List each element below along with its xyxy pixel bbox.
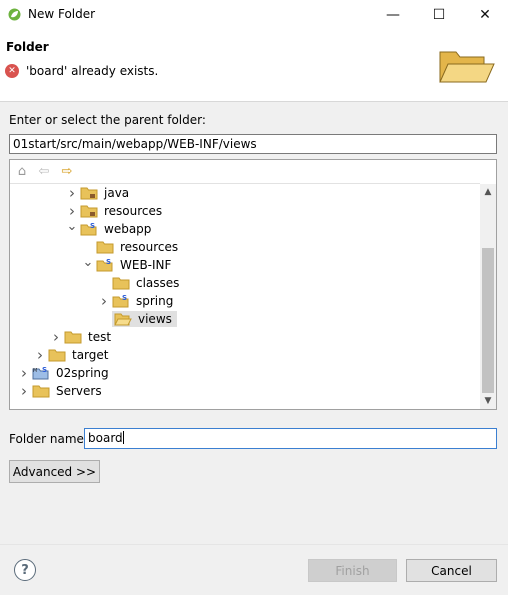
- tree-item-label: resources: [120, 240, 179, 254]
- window-title: New Folder: [28, 7, 96, 21]
- back-arrow-icon[interactable]: ⇦: [37, 165, 51, 179]
- error-x-icon: ✕: [5, 64, 19, 78]
- spring-folder-icon: S: [96, 258, 114, 272]
- tree-item[interactable]: › M S 02spring: [16, 364, 112, 382]
- tree-item-label: Servers: [56, 384, 102, 398]
- maven-spring-project-icon: MS: [32, 366, 50, 380]
- tree-item-label: target: [72, 348, 109, 362]
- tree-item-label: resources: [104, 204, 163, 218]
- folder-name-label: Folder name:: [9, 432, 88, 446]
- close-button[interactable]: ✕: [462, 0, 508, 30]
- chevron-right-icon[interactable]: ›: [64, 184, 80, 202]
- tree-item[interactable]: ›classes: [96, 274, 182, 292]
- tree-item-label: test: [88, 330, 112, 344]
- maximize-icon: ☐: [432, 7, 446, 23]
- spring-leaf-icon: [8, 8, 21, 21]
- parent-folder-label: Enter or select the parent folder:: [9, 113, 206, 127]
- spring-folder-icon: S: [112, 294, 130, 308]
- chevron-down-icon[interactable]: ⌄: [64, 219, 80, 234]
- tree-item-label: spring: [136, 294, 174, 308]
- header-title: Folder: [6, 40, 49, 54]
- scroll-down-icon[interactable]: ▼: [480, 393, 496, 409]
- tree-item[interactable]: › Servers: [16, 382, 105, 400]
- text-caret: [122, 431, 124, 444]
- tree-item[interactable]: ›views: [96, 310, 177, 328]
- finish-button[interactable]: Finish: [308, 559, 397, 582]
- chevron-right-icon[interactable]: ›: [16, 364, 32, 382]
- folder-icon: [32, 384, 50, 398]
- maximize-button[interactable]: ☐: [416, 0, 462, 30]
- folder-name-input[interactable]: board: [84, 428, 497, 449]
- tree-item-label: WEB-INF: [120, 258, 172, 272]
- tree-item[interactable]: ›resources: [80, 238, 181, 256]
- tree-item-label: 02spring: [56, 366, 109, 380]
- svg-text:S: S: [42, 366, 47, 374]
- close-icon: ✕: [479, 7, 491, 23]
- minimize-icon: —: [386, 7, 400, 23]
- folder-package-icon: [80, 186, 98, 200]
- chevron-right-icon[interactable]: ›: [16, 382, 32, 400]
- footer-separator: [0, 544, 508, 545]
- svg-text:M: M: [33, 368, 37, 374]
- folder-icon: [48, 348, 66, 362]
- svg-text:S: S: [122, 294, 127, 302]
- spring-folder-icon: S: [80, 222, 98, 236]
- tree-item-label: java: [104, 186, 130, 200]
- error-message: 'board' already exists.: [26, 64, 159, 78]
- tree-toolbar: ⌂ ⇦ ⇨: [10, 160, 480, 184]
- svg-text:S: S: [90, 222, 95, 230]
- tree-item[interactable]: › test: [48, 328, 114, 346]
- chevron-right-icon[interactable]: ›: [32, 346, 48, 364]
- chevron-right-icon[interactable]: ›: [96, 292, 112, 310]
- tree-item-label: views: [138, 312, 172, 326]
- chevron-down-icon[interactable]: ⌄: [80, 255, 96, 270]
- tree-item[interactable]: ⌄ Swebapp: [64, 219, 154, 238]
- forward-arrow-icon[interactable]: ⇨: [60, 165, 74, 179]
- home-icon[interactable]: ⌂: [15, 165, 29, 179]
- tree-item-label: classes: [136, 276, 180, 290]
- dialog-header: Folder ✕ 'board' already exists.: [0, 30, 508, 102]
- folder-package-icon: [80, 204, 98, 218]
- folder-tree[interactable]: ⌂ ⇦ ⇨ ›java›resources⌄Swebapp›resources⌄…: [9, 159, 497, 410]
- open-folder-icon: [114, 312, 132, 326]
- folder-icon: [112, 276, 130, 290]
- open-folder-icon: [439, 51, 495, 83]
- tree-item[interactable]: ⌄ S WEB-INF: [80, 255, 174, 274]
- scroll-thumb[interactable]: [482, 248, 494, 393]
- folder-icon: [96, 240, 114, 254]
- tree-scrollbar[interactable]: ▲ ▼: [480, 184, 496, 409]
- folder-icon: [64, 330, 82, 344]
- tree-item[interactable]: › target: [32, 346, 112, 364]
- tree-item[interactable]: › resources: [64, 202, 165, 220]
- minimize-button[interactable]: —: [370, 0, 416, 30]
- svg-text:S: S: [106, 258, 111, 266]
- cancel-button[interactable]: Cancel: [406, 559, 497, 582]
- parent-folder-input[interactable]: 01start/src/main/webapp/WEB-INF/views: [9, 134, 497, 154]
- tree-item[interactable]: › java: [64, 184, 132, 202]
- folder-name-value: board: [88, 431, 123, 445]
- tree-item-label: webapp: [104, 222, 152, 236]
- chevron-right-icon[interactable]: ›: [64, 202, 80, 220]
- chevron-right-icon[interactable]: ›: [48, 328, 64, 346]
- title-bar: New Folder — ☐ ✕: [0, 0, 508, 30]
- tree-item[interactable]: › Sspring: [96, 292, 176, 310]
- scroll-up-icon[interactable]: ▲: [480, 184, 496, 200]
- help-icon[interactable]: ?: [14, 559, 36, 581]
- advanced-button[interactable]: Advanced >>: [9, 460, 100, 483]
